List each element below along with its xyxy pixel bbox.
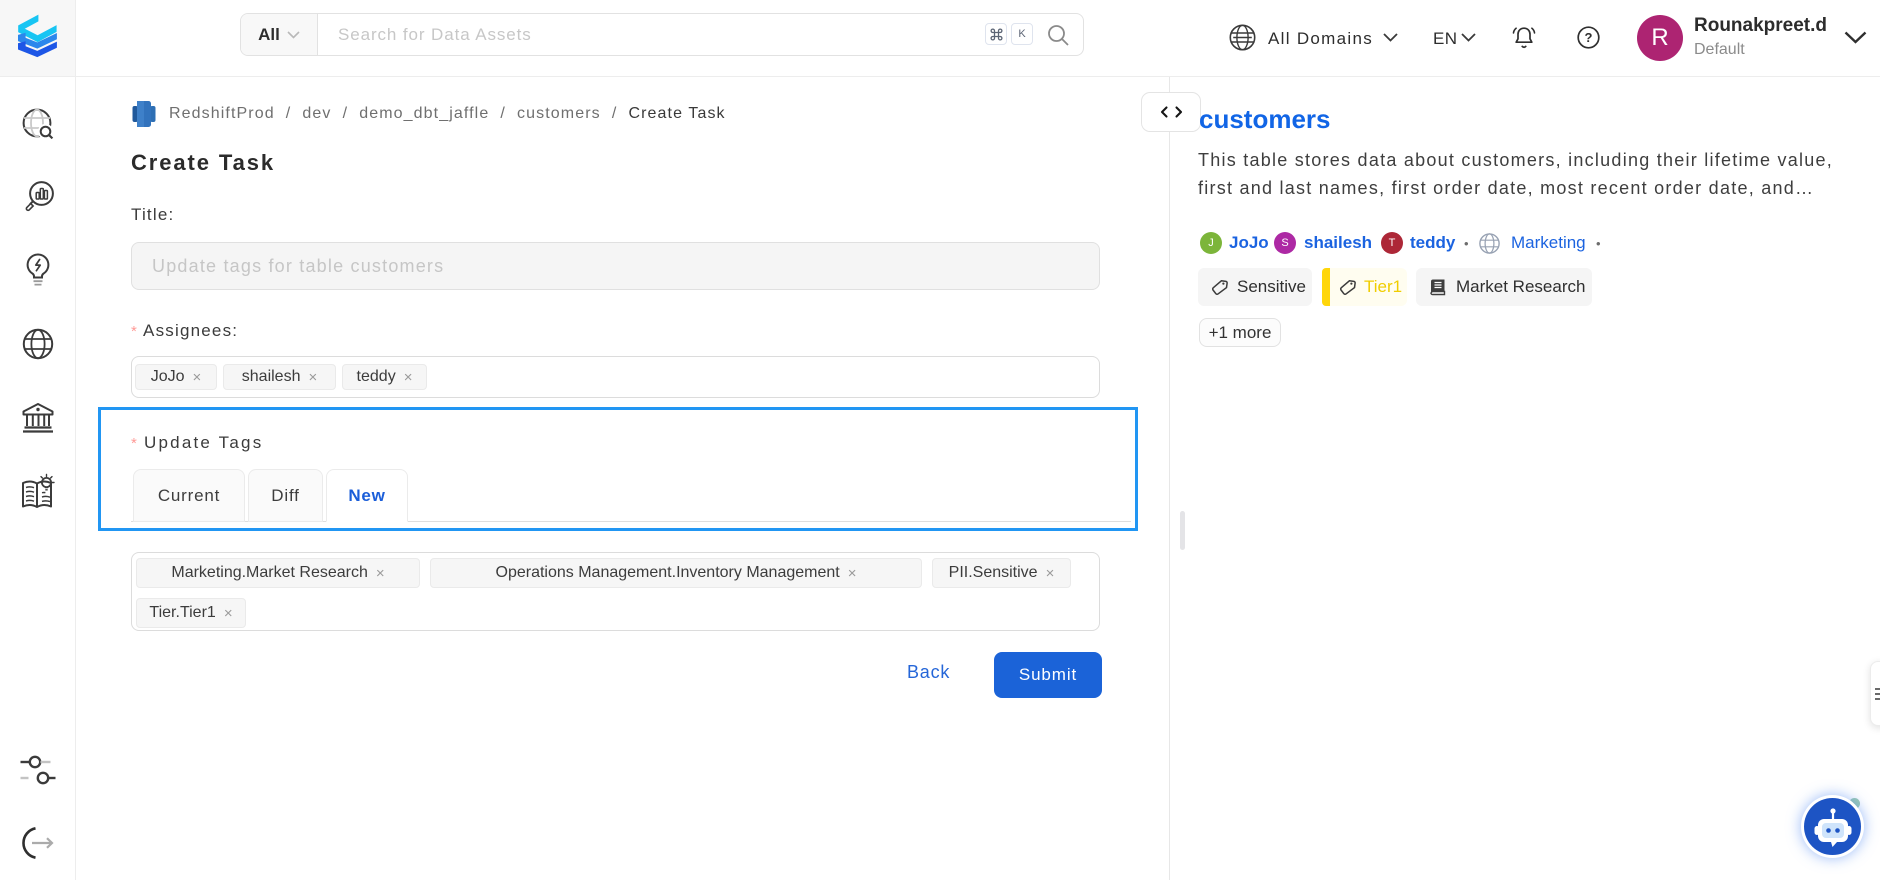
svg-text:?: ?: [1585, 30, 1593, 45]
